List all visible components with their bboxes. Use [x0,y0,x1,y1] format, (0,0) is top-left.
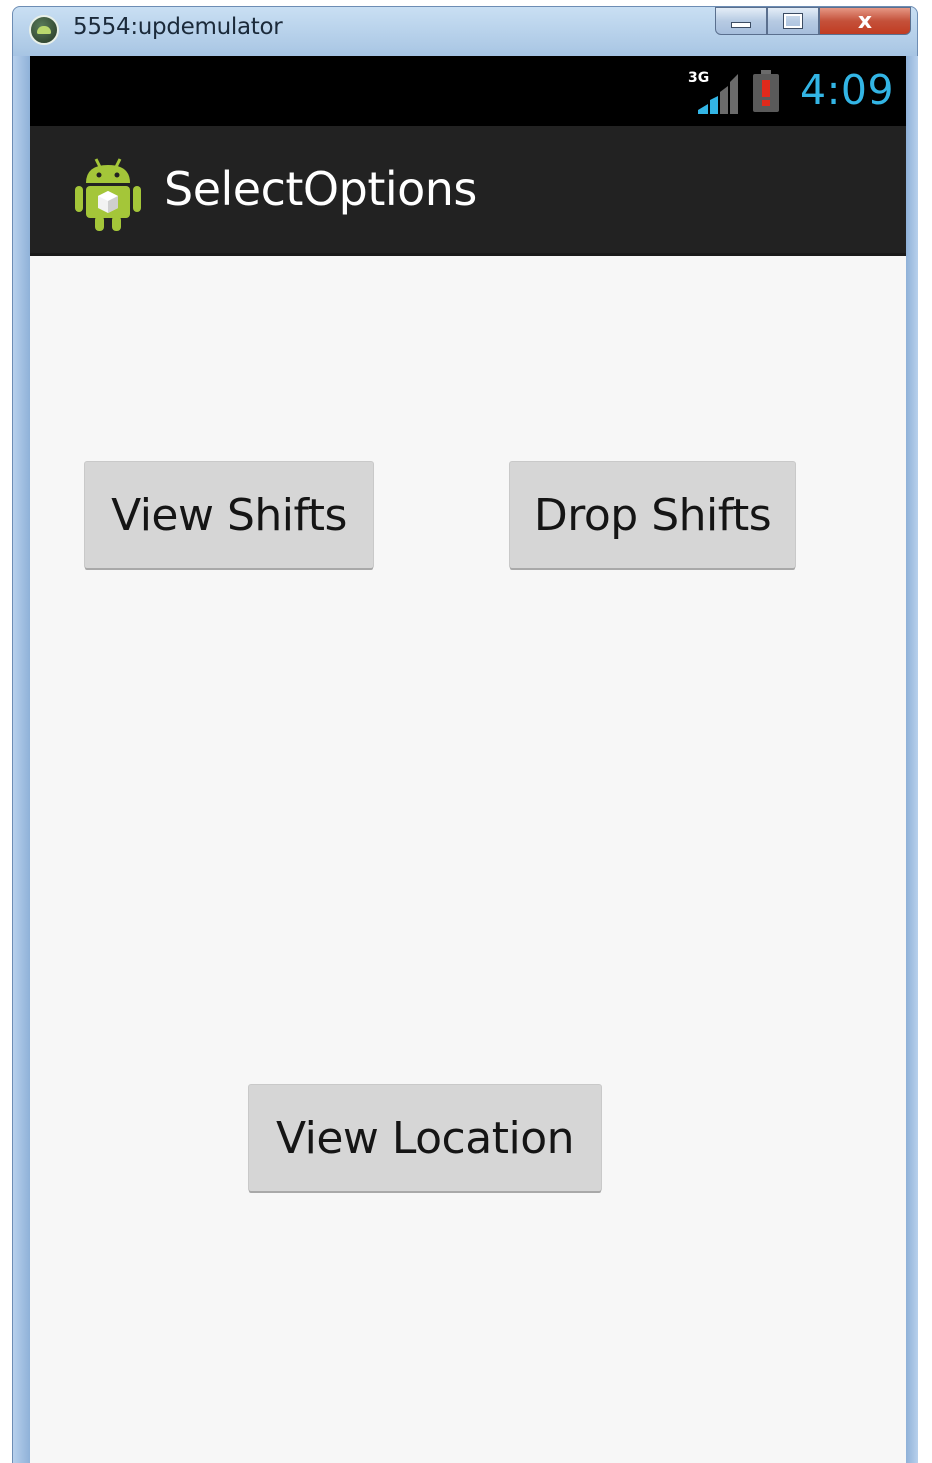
minimize-button[interactable] [715,7,767,35]
close-button[interactable]: x [819,7,911,35]
action-bar: SelectOptions [30,126,906,256]
minimize-icon [731,22,751,28]
app-title: SelectOptions [164,162,477,216]
main-content: View Shifts Drop Shifts View Location [30,256,906,1463]
window-frame-left [13,56,30,1463]
window-title: 5554:updemulator [73,14,283,40]
battery-low-icon [753,70,779,112]
device-screen: 3G 4:09 SelectOptions View Shifts Drop S… [30,56,906,1463]
close-icon: x [857,8,873,34]
status-clock: 4:09 [800,66,895,114]
maximize-icon [783,13,803,29]
maximize-button[interactable] [767,7,819,35]
drop-shifts-button[interactable]: Drop Shifts [510,462,795,568]
window-controls: x [715,7,911,39]
view-location-button[interactable]: View Location [249,1085,601,1191]
signal-strength-icon: 3G [688,70,738,114]
status-bar: 3G 4:09 [30,56,906,126]
emulator-app-icon [29,15,59,45]
android-launcher-icon[interactable] [72,153,144,233]
window-frame-right [906,56,918,1463]
window-titlebar[interactable]: 5554:updemulator x [13,7,917,51]
view-shifts-button[interactable]: View Shifts [85,462,373,568]
